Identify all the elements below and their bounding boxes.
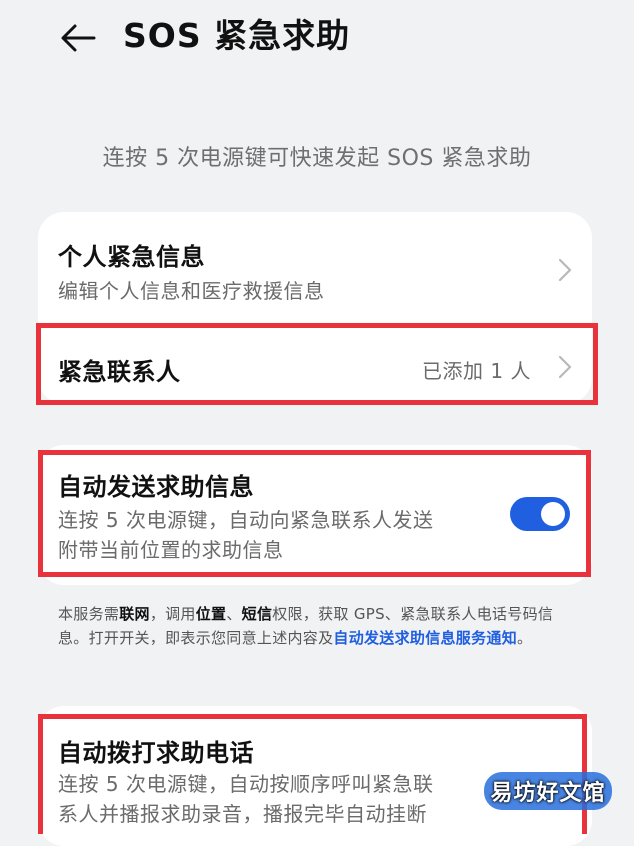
notice-text: ，调用: [149, 605, 196, 623]
watermark-text: 易坊好文馆: [490, 781, 606, 806]
page-subtitle: 连按 5 次电源键可快速发起 SOS 紧急求助: [102, 146, 532, 171]
personal-info-title: 个人紧急信息: [58, 243, 205, 271]
highlight-box-contacts: [36, 323, 598, 405]
highlight-box-auto-send: [38, 450, 591, 577]
service-notice: 本服务需联网，调用位置、短信权限，获取 GPS、紧急联系人电话号码信息。打开开关…: [58, 602, 578, 650]
personal-info-subtitle: 编辑个人信息和医疗救援信息: [58, 279, 325, 303]
chevron-right-icon: [558, 258, 572, 282]
service-notice-link[interactable]: 自动发送求助信息服务通知: [333, 629, 517, 647]
back-button[interactable]: [56, 16, 100, 60]
back-arrow-icon: [61, 24, 96, 52]
top-bar: SOS 紧急求助: [0, 0, 634, 80]
notice-text: 本服务需: [58, 605, 120, 623]
notice-text: 。: [517, 629, 533, 647]
notice-bold: 位置: [195, 605, 227, 623]
notice-bold: 联网: [119, 605, 150, 623]
watermark: 易坊好文馆: [478, 768, 618, 814]
page-title: SOS 紧急求助: [123, 16, 351, 55]
notice-bold: 短信: [241, 605, 273, 623]
notice-text: 、: [226, 605, 242, 623]
